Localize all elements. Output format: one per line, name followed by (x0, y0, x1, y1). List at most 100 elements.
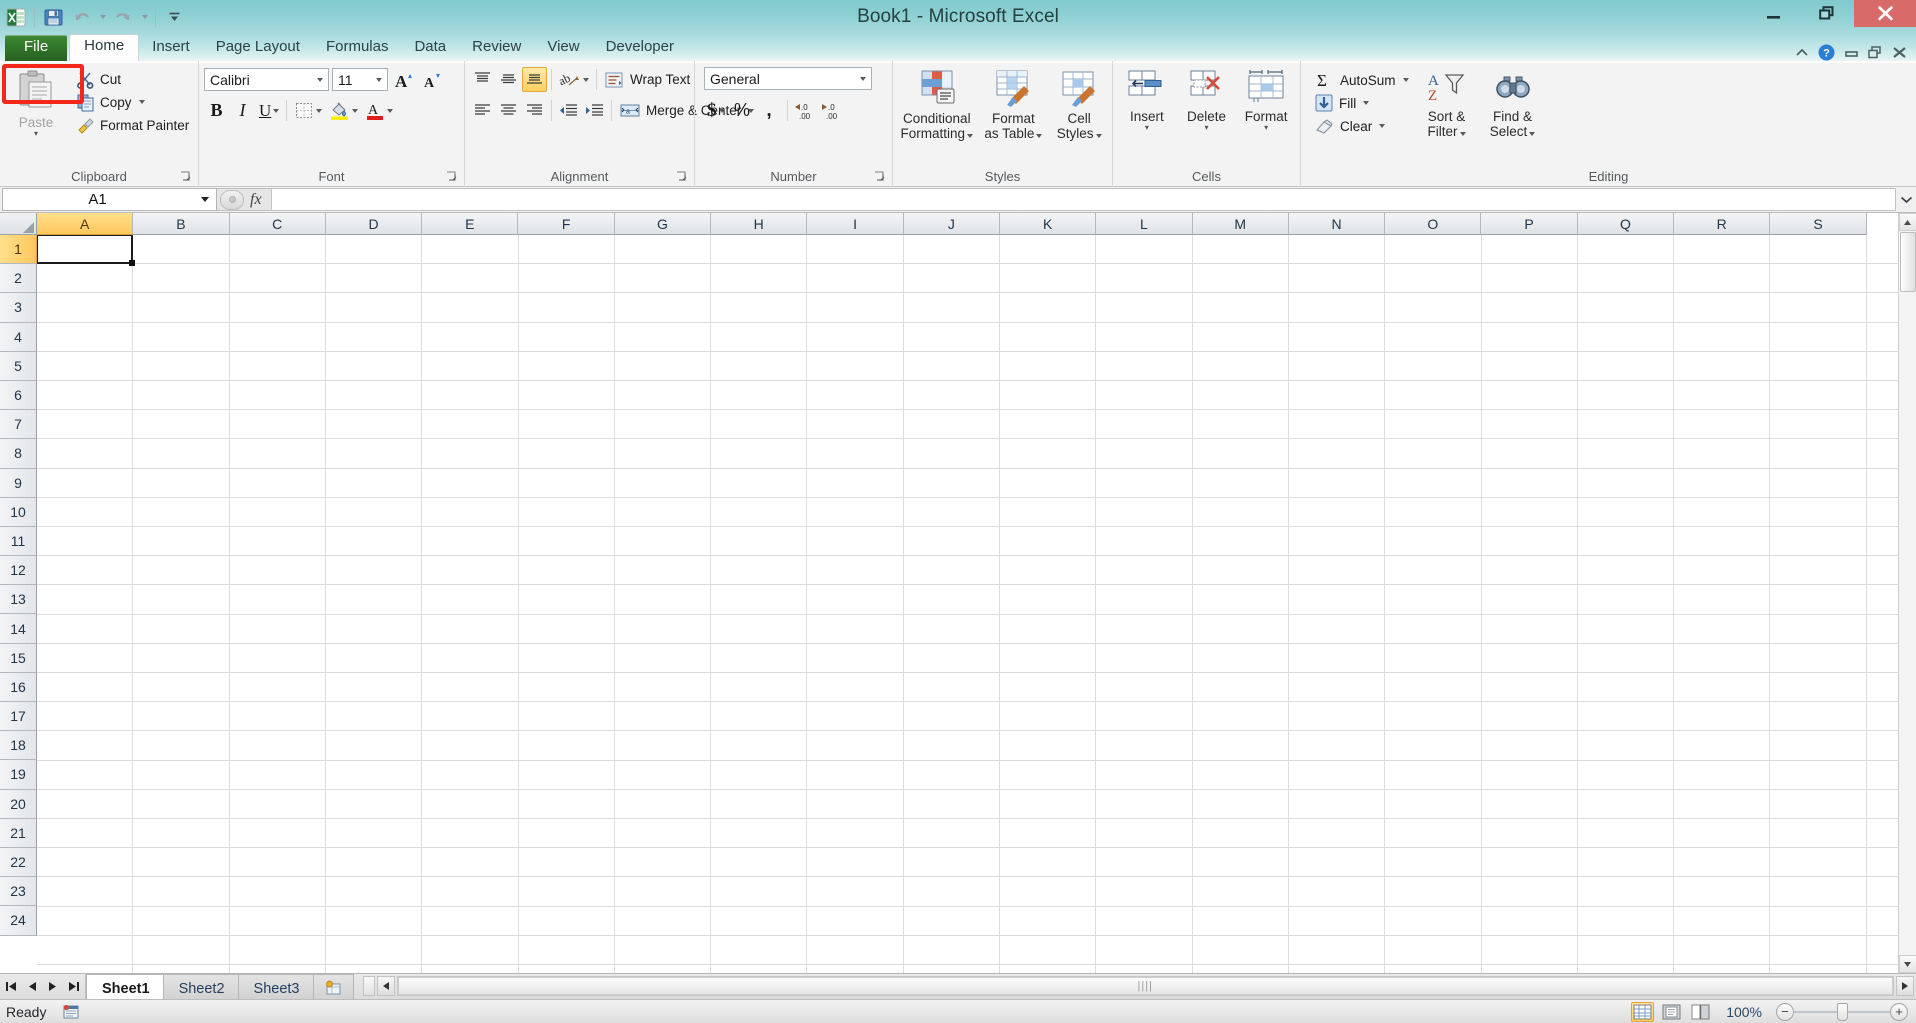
decrease-decimal-button[interactable]: .0 .00 (820, 98, 845, 123)
name-box[interactable]: A1 (2, 188, 217, 211)
row-header-11[interactable]: 11 (0, 526, 37, 557)
tab-developer[interactable]: Developer (593, 35, 687, 61)
tab-file[interactable]: File (5, 35, 68, 61)
normal-view-button[interactable] (1631, 1001, 1655, 1022)
sort-filter-button[interactable]: A Z Sort & Filter (1416, 66, 1478, 139)
column-header-s[interactable]: S (1770, 213, 1867, 235)
column-header-o[interactable]: O (1385, 213, 1482, 235)
fill-color-dropdown-icon[interactable] (352, 108, 359, 113)
cut-button[interactable]: Cut (73, 68, 192, 90)
increase-font-size-button[interactable]: A (391, 67, 416, 92)
column-header-j[interactable]: J (903, 213, 1000, 235)
cell-styles-dropdown-icon[interactable] (1095, 134, 1102, 138)
column-header-b[interactable]: B (133, 213, 230, 235)
row-header-8[interactable]: 8 (0, 439, 37, 469)
autosum-button[interactable]: Σ AutoSum (1311, 69, 1412, 91)
column-header-k[interactable]: K (999, 213, 1097, 235)
row-header-17[interactable]: 17 (0, 702, 37, 732)
bottom-align-button[interactable] (522, 67, 547, 92)
column-header-d[interactable]: D (325, 213, 423, 235)
number-format-combobox[interactable]: General (704, 67, 872, 90)
sheet-tab-splitter[interactable] (353, 974, 361, 999)
orientation-button[interactable]: ab (556, 67, 592, 92)
zoom-slider[interactable]: − + (1776, 1002, 1908, 1021)
font-dialog-launcher[interactable] (446, 171, 459, 184)
autosum-dropdown-icon[interactable] (1402, 78, 1409, 82)
decrease-indent-button[interactable] (556, 98, 581, 123)
font-name-combobox[interactable]: Calibri (204, 68, 329, 91)
bold-button[interactable]: B (204, 98, 229, 123)
zoom-in-button[interactable]: + (1890, 1002, 1908, 1021)
fill-color-button[interactable] (326, 98, 361, 123)
top-align-button[interactable] (470, 67, 495, 92)
font-size-dropdown-icon[interactable] (370, 77, 385, 82)
tab-insert[interactable]: Insert (139, 35, 203, 61)
format-cells-button[interactable]: Format ▾ (1237, 66, 1295, 132)
clear-dropdown-icon[interactable] (1379, 124, 1386, 128)
column-header-c[interactable]: C (229, 213, 326, 235)
format-painter-button[interactable]: Format Painter (73, 114, 192, 136)
vertical-scroll-track[interactable] (1898, 231, 1916, 955)
horizontal-scrollbar[interactable]: |||| (361, 974, 1916, 999)
align-left-button[interactable] (470, 98, 495, 123)
insert-cells-button[interactable]: Insert ▾ (1118, 66, 1176, 132)
help-icon[interactable]: ? (1818, 44, 1835, 61)
tab-data[interactable]: Data (401, 35, 459, 61)
insert-worksheet-button[interactable] (312, 974, 354, 999)
number-format-dropdown-icon[interactable] (854, 76, 869, 81)
align-right-button[interactable] (522, 98, 547, 123)
column-header-q[interactable]: Q (1577, 213, 1675, 235)
expand-formula-bar-icon[interactable] (1896, 187, 1916, 212)
row-header-19[interactable]: 19 (0, 760, 37, 790)
copy-button[interactable]: Copy (73, 91, 192, 113)
zoom-level-label[interactable]: 100% (1718, 1004, 1770, 1020)
align-center-button[interactable] (496, 98, 521, 123)
alignment-dialog-launcher[interactable] (676, 171, 689, 184)
comma-format-button[interactable]: , (757, 98, 782, 123)
column-header-p[interactable]: P (1481, 213, 1578, 235)
page-layout-view-button[interactable] (1660, 1002, 1683, 1022)
underline-dropdown-icon[interactable] (273, 108, 280, 113)
conditional-formatting-button[interactable]: Conditional Formatting (898, 66, 976, 141)
increase-decimal-button[interactable]: .0 .00 (793, 98, 818, 123)
tab-formulas[interactable]: Formulas (313, 35, 402, 61)
row-header-23[interactable]: 23 (0, 877, 37, 907)
find-select-button[interactable]: Find & Select (1482, 66, 1544, 139)
font-size-combobox[interactable]: 11 (332, 68, 388, 91)
vertical-scrollbar[interactable] (1898, 213, 1916, 973)
paste-button[interactable]: Paste ▾ (5, 66, 67, 138)
column-header-i[interactable]: I (807, 213, 904, 235)
zoom-slider-track[interactable] (1794, 1002, 1890, 1021)
row-header-16[interactable]: 16 (0, 672, 37, 702)
accounting-dropdown-icon[interactable] (718, 108, 725, 113)
row-header-13[interactable]: 13 (0, 585, 37, 615)
column-header-r[interactable]: R (1674, 213, 1771, 235)
row-header-10[interactable]: 10 (0, 497, 37, 527)
column-header-g[interactable]: G (614, 213, 712, 235)
row-header-22[interactable]: 22 (0, 847, 37, 878)
column-header-n[interactable]: N (1288, 213, 1386, 235)
paste-dropdown-icon[interactable]: ▾ (34, 130, 38, 138)
percent-format-button[interactable]: % (730, 98, 755, 123)
fill-button[interactable]: Fill (1311, 92, 1412, 114)
record-macro-icon[interactable] (60, 1003, 82, 1021)
accounting-format-button[interactable]: $ (704, 98, 728, 123)
delete-cells-dropdown-icon[interactable]: ▾ (1205, 124, 1209, 132)
copy-dropdown-icon[interactable] (138, 100, 145, 104)
increase-indent-button[interactable] (582, 98, 607, 123)
row-header-2[interactable]: 2 (0, 264, 37, 294)
insert-cells-dropdown-icon[interactable]: ▾ (1145, 124, 1149, 132)
decrease-font-size-button[interactable]: A (419, 67, 444, 92)
row-header-6[interactable]: 6 (0, 380, 37, 411)
borders-dropdown-icon[interactable] (316, 108, 323, 113)
tab-review[interactable]: Review (459, 35, 534, 61)
row-header-3[interactable]: 3 (0, 293, 37, 323)
middle-align-button[interactable] (496, 67, 521, 92)
window-minimize-icon[interactable] (1844, 47, 1859, 58)
formula-input[interactable] (271, 188, 1896, 211)
cells-canvas[interactable] (37, 235, 1898, 973)
zoom-slider-thumb[interactable] (1837, 1002, 1848, 1021)
row-header-1[interactable]: 1 (0, 235, 37, 265)
format-cells-dropdown-icon[interactable]: ▾ (1264, 124, 1268, 132)
window-restore-icon[interactable] (1868, 46, 1883, 59)
